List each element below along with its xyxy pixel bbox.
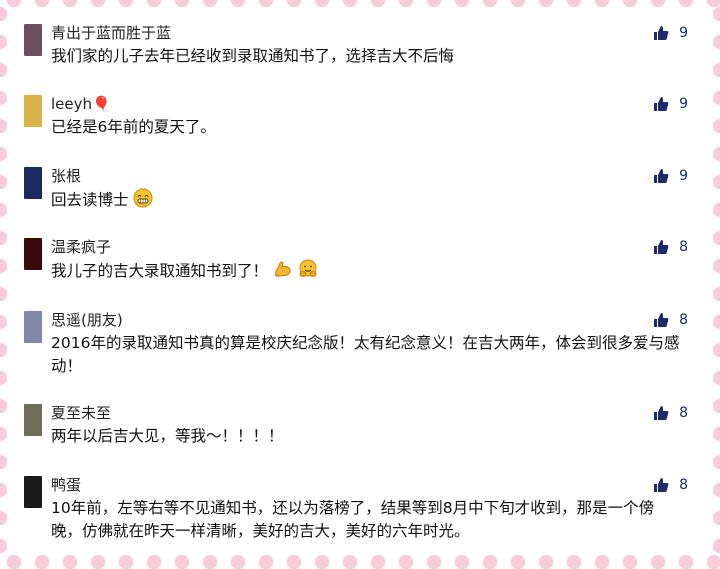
avatar[interactable] — [24, 95, 42, 127]
comment-author[interactable]: 夏至未至 — [51, 404, 111, 422]
thumbs-up-icon — [654, 313, 669, 327]
comment-author[interactable]: 温柔疯子 — [51, 238, 111, 256]
avatar[interactable] — [24, 24, 42, 56]
avatar[interactable] — [24, 311, 42, 343]
comment-text: 回去读博士 — [51, 191, 129, 209]
avatar[interactable] — [24, 238, 42, 270]
thumbs-up-icon — [654, 97, 669, 111]
like-button[interactable]: 9 — [653, 24, 688, 42]
like-button[interactable]: 8 — [653, 476, 688, 494]
thumbs-up-icon — [654, 478, 669, 492]
muscle-emoji-icon — [275, 261, 291, 277]
comment-text: 我们家的儿子去年已经收到录取通知书了，选择吉大不后悔 — [51, 47, 455, 65]
like-count: 8 — [679, 405, 688, 421]
thumbs-up-icon — [654, 406, 669, 420]
like-button[interactable]: 9 — [653, 95, 688, 113]
avatar[interactable] — [24, 167, 42, 199]
like-button[interactable]: 8 — [653, 238, 688, 256]
like-button[interactable]: 8 — [653, 404, 688, 422]
like-button[interactable]: 9 — [653, 167, 688, 185]
like-count: 8 — [679, 239, 688, 255]
avatar[interactable] — [24, 476, 42, 508]
comment-author[interactable]: 张根 — [51, 167, 81, 185]
comment-text-wrap: 我儿子的吉大录取通知书到了！ — [51, 259, 681, 283]
like-count: 9 — [679, 96, 688, 112]
comment-text: 2016年的录取通知书真的算是校庆纪念版！太有纪念意义！在吉大两年，体会到很多爱… — [51, 334, 680, 375]
avatar[interactable] — [24, 404, 42, 436]
like-button[interactable]: 8 — [653, 311, 688, 329]
like-count: 9 — [679, 25, 688, 41]
comment-text: 我儿子的吉大录取通知书到了！ — [51, 262, 269, 280]
grin-emoji-icon — [133, 188, 153, 208]
thumbs-up-icon — [654, 169, 669, 183]
comment-list: 青出于蓝而胜于蓝 9 我们家的儿子去年已经收到录取通知书了，选择吉大不后悔 le… — [0, 0, 720, 562]
thumbs-up-icon — [654, 240, 669, 254]
like-count: 9 — [679, 168, 688, 184]
comment-text-wrap: 回去读博士 — [51, 188, 681, 212]
comment-text: 10年前，左等右等不见通知书，还以为落榜了，结果等到8月中下旬才收到，那是一个傍… — [51, 499, 655, 540]
comment-author[interactable]: 鸭蛋 — [51, 476, 81, 494]
comment-author[interactable]: 青出于蓝而胜于蓝 — [51, 24, 171, 42]
comment-text: 已经是6年前的夏天了。 — [51, 118, 216, 136]
comment-author[interactable]: 思遥(朋友) — [51, 311, 123, 329]
hug-emoji-icon — [299, 259, 317, 277]
thumbs-up-icon — [654, 26, 669, 40]
comment-author[interactable]: leeyh🎈 — [51, 95, 111, 113]
comment-text: 两年以后吉大见，等我～！！！！ — [51, 427, 284, 445]
like-count: 8 — [679, 477, 688, 493]
like-count: 8 — [679, 312, 688, 328]
